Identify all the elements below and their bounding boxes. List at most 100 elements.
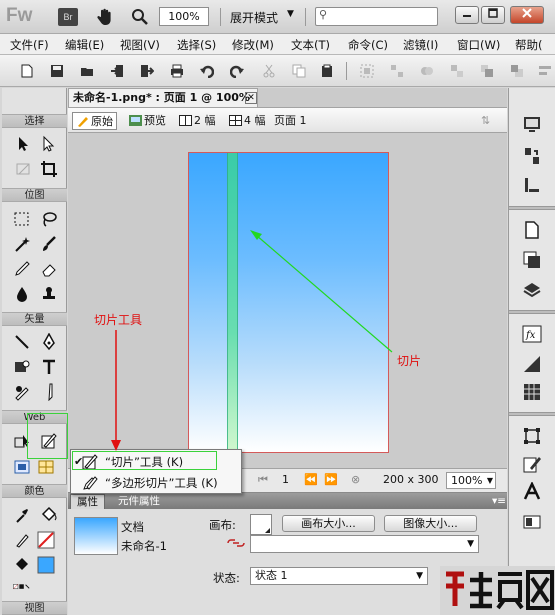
swap-colors-button[interactable] <box>13 578 53 596</box>
canvas-image[interactable] <box>188 152 389 453</box>
zoom-icon[interactable] <box>131 7 149 27</box>
ruler-panel-icon[interactable] <box>522 512 542 532</box>
fill-color-icon[interactable] <box>13 556 31 574</box>
view-preview-button[interactable]: 预览 <box>126 112 169 130</box>
print-icon[interactable] <box>170 64 184 78</box>
export-icon[interactable] <box>140 64 154 78</box>
minimize-button[interactable] <box>455 6 479 24</box>
show-slices-tool[interactable] <box>37 458 55 476</box>
state-select[interactable]: 状态 1 ▼ <box>250 567 428 585</box>
canvas-color-swatch[interactable] <box>250 514 272 535</box>
paint-bucket-tool[interactable] <box>40 506 58 524</box>
menu-text[interactable]: 文本(T) <box>291 37 330 53</box>
prev-frame-icon[interactable]: ⏪ <box>304 473 318 486</box>
freeform-tool[interactable] <box>13 383 31 401</box>
paste-icon[interactable] <box>320 64 334 78</box>
library-panel-icon[interactable] <box>522 220 542 240</box>
menu-edit[interactable]: 编辑(E) <box>65 37 104 53</box>
eyedropper-tool[interactable] <box>13 506 31 524</box>
hand-icon[interactable] <box>96 7 114 27</box>
panel-menu-icon[interactable]: ▾≡ <box>486 494 512 509</box>
save-icon[interactable] <box>50 64 64 78</box>
blur-tool[interactable] <box>13 285 31 303</box>
open-icon[interactable] <box>80 64 94 78</box>
bridge-button[interactable]: Br <box>58 8 78 26</box>
menu-file[interactable]: 文件(F) <box>10 37 49 53</box>
scale-tool[interactable] <box>15 160 33 178</box>
hide-slices-tool[interactable] <box>13 458 31 476</box>
crop-tool[interactable] <box>40 160 58 178</box>
menu-filters[interactable]: 滤镜(I) <box>403 37 438 53</box>
menu-modify[interactable]: 修改(M) <box>232 37 274 53</box>
close-tab-icon[interactable]: ✕ <box>245 92 257 104</box>
menu-view[interactable]: 视图(V) <box>120 37 160 53</box>
align-icon[interactable] <box>538 64 552 78</box>
ungroup-icon[interactable] <box>390 64 404 78</box>
magic-wand-tool[interactable] <box>13 235 31 253</box>
split-icon[interactable] <box>450 64 464 78</box>
pencil-tool[interactable] <box>13 260 31 278</box>
layers-panel-icon[interactable] <box>522 175 542 195</box>
image-size-button[interactable]: 图像大小... <box>384 515 477 532</box>
lasso-tool[interactable] <box>40 210 58 228</box>
first-frame-icon[interactable]: ⏮ <box>258 473 268 487</box>
rectangle-tool[interactable] <box>13 358 31 376</box>
stamp-tool[interactable] <box>40 285 58 303</box>
marquee-tool[interactable] <box>13 210 31 228</box>
swatches-panel-icon[interactable] <box>522 382 542 402</box>
states-panel-icon[interactable] <box>522 146 542 166</box>
fill-swatch[interactable] <box>37 556 55 574</box>
view-2up-button[interactable]: 2 幅 <box>176 112 219 130</box>
close-button[interactable] <box>510 6 544 24</box>
eraser-tool[interactable] <box>40 260 58 278</box>
effects-panel-icon[interactable]: fx <box>522 324 542 344</box>
menu-help[interactable]: 帮助( <box>515 37 543 53</box>
bring-front-icon[interactable] <box>480 64 494 78</box>
styles-panel-icon[interactable] <box>522 280 542 300</box>
view-original-button[interactable]: 原始 <box>72 112 117 130</box>
menu-item-polygon-slice-tool[interactable]: “多边形切片”工具 (K) <box>71 473 241 493</box>
transform-panel-icon[interactable] <box>522 426 542 446</box>
canvas-size-button[interactable]: 画布大小... <box>282 515 375 532</box>
gradient-panel-icon[interactable] <box>522 354 542 374</box>
menu-select[interactable]: 选择(S) <box>177 37 216 53</box>
brush-tool[interactable] <box>40 235 58 253</box>
view-4up-button[interactable]: 4 幅 <box>226 112 269 130</box>
pages-panel-icon[interactable] <box>522 114 542 134</box>
zoom-level-input[interactable]: 100% <box>159 7 209 26</box>
stop-icon[interactable]: ⊗ <box>351 473 360 486</box>
frames-panel-icon[interactable] <box>522 250 542 270</box>
next-frame-icon[interactable]: ⏩ <box>324 473 338 486</box>
page-selector[interactable]: 页面 1 <box>271 112 310 130</box>
edit-panel-icon[interactable] <box>522 454 542 474</box>
group-icon[interactable] <box>360 64 374 78</box>
search-input[interactable]: ⚲ <box>315 7 438 26</box>
link-select[interactable]: ▼ <box>250 535 479 553</box>
pointer-tool[interactable] <box>15 135 33 153</box>
slice-object[interactable] <box>227 153 238 452</box>
subselect-tool[interactable] <box>40 135 58 153</box>
stroke-swatch[interactable] <box>37 531 55 549</box>
workspace-layout-dropdown[interactable]: 展开模式 <box>230 9 278 26</box>
menu-commands[interactable]: 命令(C) <box>348 37 388 53</box>
join-icon[interactable] <box>420 64 434 78</box>
new-file-icon[interactable] <box>20 64 34 78</box>
update-icon[interactable]: ⇅ <box>478 112 493 130</box>
knife-tool[interactable] <box>40 383 58 402</box>
document-tab[interactable]: 未命名-1.png* : 页面 1 @ 100% ✕ <box>68 88 258 107</box>
line-tool[interactable] <box>13 333 31 351</box>
copy-icon[interactable] <box>292 64 306 78</box>
text-tool[interactable] <box>40 358 58 376</box>
tab-properties[interactable]: 属性 <box>70 494 105 509</box>
cut-icon[interactable] <box>262 64 276 78</box>
pen-tool[interactable] <box>40 332 58 351</box>
restore-button[interactable] <box>481 6 505 24</box>
import-icon[interactable] <box>110 64 124 78</box>
status-zoom-select[interactable]: 100% ▼ <box>446 472 496 489</box>
undo-icon[interactable] <box>200 64 214 78</box>
send-back-icon[interactable] <box>510 64 524 78</box>
stroke-color-icon[interactable] <box>13 531 31 549</box>
type-panel-icon[interactable] <box>522 482 542 502</box>
menu-window[interactable]: 窗口(W) <box>457 37 500 53</box>
tab-symbol-properties[interactable]: 元件属性 <box>112 494 166 509</box>
